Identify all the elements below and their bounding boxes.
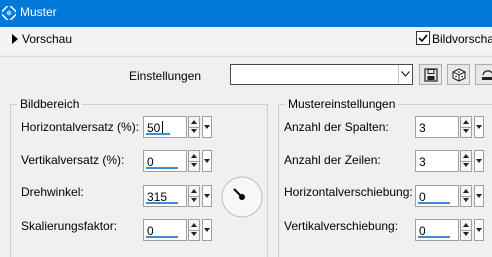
save-icon [424, 68, 438, 82]
value-bar [146, 236, 178, 238]
horizontal-shift-input[interactable]: 0 [415, 185, 459, 207]
dropdown-arrow-icon [401, 71, 410, 77]
up-down-buttons[interactable] [460, 150, 472, 172]
dropdown-arrow-icon [476, 228, 482, 232]
arrow-down-icon[interactable] [191, 163, 197, 167]
scale-factor-spinner[interactable]: 0 [143, 219, 213, 241]
value-bar [146, 167, 178, 169]
divider [0, 56, 492, 57]
arrow-up-icon[interactable] [191, 189, 197, 193]
arrow-up-icon[interactable] [463, 223, 469, 227]
slider-dropdown-button[interactable] [202, 116, 212, 138]
angle-dial-icon[interactable] [221, 176, 263, 218]
arrow-down-icon[interactable] [463, 163, 469, 167]
vertical-offset-input[interactable]: 0 [143, 150, 187, 172]
horizontal-shift-spinner[interactable]: 0 [415, 185, 485, 207]
arrow-up-icon[interactable] [463, 154, 469, 158]
dropdown-arrow-icon [204, 194, 210, 198]
horizontal-shift-label: Horizontalverschiebung: [284, 185, 413, 199]
rows-label: Anzahl der Zeilen: [284, 153, 381, 167]
preview-bar: Vorschau Bildvorschau [0, 27, 492, 52]
settings-row: Einstellungen [0, 60, 492, 90]
bildbereich-title: Bildbereich [17, 97, 83, 111]
pattern-app-icon [2, 6, 16, 20]
up-down-buttons[interactable] [460, 219, 472, 241]
rotation-angle-input[interactable]: 315 [143, 185, 187, 207]
arrow-down-icon[interactable] [191, 129, 197, 133]
horizontal-offset-input[interactable]: 50 [143, 116, 187, 138]
arrow-down-icon[interactable] [191, 198, 197, 202]
randomize-button[interactable] [447, 64, 470, 85]
preview-toggle-label[interactable]: Vorschau [22, 32, 72, 46]
up-down-buttons[interactable] [188, 116, 200, 138]
randomize-icon [452, 68, 466, 82]
value-bar [146, 133, 170, 135]
reset-button[interactable] [475, 64, 492, 85]
rows-spinner[interactable]: 3 [415, 150, 485, 172]
slider-dropdown-button[interactable] [202, 185, 212, 207]
scale-factor-input[interactable]: 0 [143, 219, 187, 241]
rows-value: 3 [419, 155, 426, 169]
slider-dropdown-button[interactable] [474, 219, 484, 241]
reset-icon [482, 70, 492, 80]
columns-spinner[interactable]: 3 [415, 116, 485, 138]
settings-label: Einstellungen [129, 69, 202, 83]
slider-dropdown-button[interactable] [474, 150, 484, 172]
horizontal-offset-label: Horizontalversatz (%): [21, 120, 140, 134]
dropdown-arrow-icon [204, 228, 210, 232]
value-bar [418, 202, 450, 204]
window-title: Muster [20, 5, 57, 19]
vertical-shift-spinner[interactable]: 0 [415, 219, 485, 241]
checkmark-icon [418, 34, 428, 43]
arrow-up-icon[interactable] [191, 223, 197, 227]
up-down-buttons[interactable] [188, 150, 200, 172]
arrow-down-icon[interactable] [191, 232, 197, 236]
rows-input[interactable]: 3 [415, 150, 459, 172]
vertical-shift-input[interactable]: 0 [415, 219, 459, 241]
image-preview-label[interactable]: Bildvorschau [432, 32, 492, 46]
arrow-down-icon[interactable] [463, 198, 469, 202]
scale-factor-label: Skalierungsfaktor: [21, 219, 118, 233]
arrow-up-icon[interactable] [463, 120, 469, 124]
slider-dropdown-button[interactable] [202, 150, 212, 172]
up-down-buttons[interactable] [188, 219, 200, 241]
vertical-offset-label: Vertikalversatz (%): [21, 153, 125, 167]
slider-dropdown-button[interactable] [474, 185, 484, 207]
value-bar [418, 236, 450, 238]
expand-preview-icon[interactable] [12, 34, 18, 44]
dropdown-arrow-icon [204, 159, 210, 163]
mustereinstellungen-title: Mustereinstellungen [285, 97, 399, 111]
preset-dropdown-button[interactable] [398, 65, 412, 84]
up-down-buttons[interactable] [460, 185, 472, 207]
columns-value: 3 [419, 121, 426, 135]
up-down-buttons[interactable] [460, 116, 472, 138]
up-down-buttons[interactable] [188, 185, 200, 207]
dropdown-arrow-icon [476, 194, 482, 198]
dropdown-arrow-icon [476, 159, 482, 163]
columns-label: Anzahl der Spalten: [284, 120, 389, 134]
slider-dropdown-button[interactable] [202, 219, 212, 241]
title-bar: Muster [0, 0, 492, 27]
arrow-down-icon[interactable] [463, 232, 469, 236]
vertical-shift-label: Vertikalverschiebung: [284, 219, 399, 233]
save-preset-button[interactable] [419, 64, 442, 85]
arrow-up-icon[interactable] [191, 154, 197, 158]
rotation-angle-label: Drehwinkel: [21, 185, 84, 199]
columns-input[interactable]: 3 [415, 116, 459, 138]
arrow-up-icon[interactable] [191, 120, 197, 124]
dropdown-arrow-icon [204, 125, 210, 129]
dropdown-arrow-icon [476, 125, 482, 129]
vertical-offset-spinner[interactable]: 0 [143, 150, 213, 172]
preset-combobox[interactable] [230, 64, 413, 85]
arrow-down-icon[interactable] [463, 129, 469, 133]
rotation-angle-spinner[interactable]: 315 [143, 185, 213, 207]
horizontal-offset-spinner[interactable]: 50 [143, 116, 213, 138]
slider-dropdown-button[interactable] [474, 116, 484, 138]
value-bar [146, 202, 178, 204]
arrow-up-icon[interactable] [463, 189, 469, 193]
image-preview-checkbox[interactable] [416, 31, 430, 45]
